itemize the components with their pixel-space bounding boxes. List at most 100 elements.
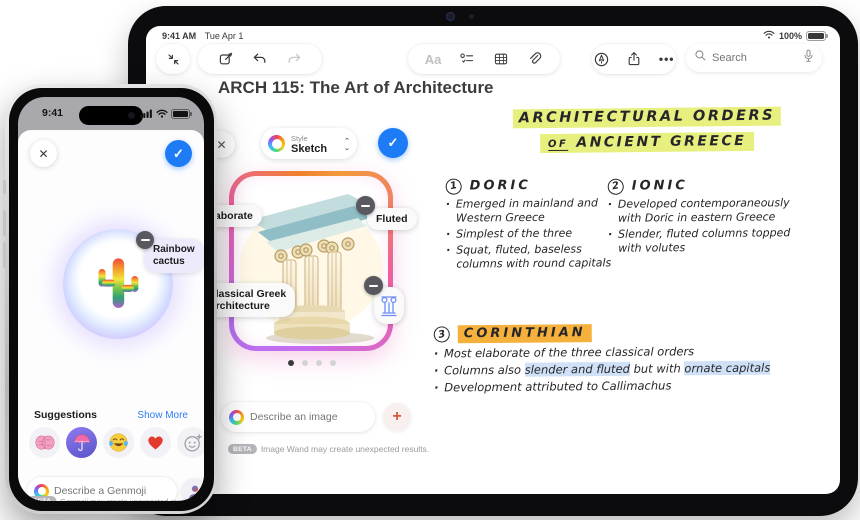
laughing-face-icon — [109, 433, 128, 452]
show-more-link[interactable]: Show More — [137, 410, 188, 421]
brain-icon — [35, 435, 54, 450]
collapse-icon — [163, 49, 183, 69]
ipad-status-left: 9:41 AM Tue Apr 1 — [162, 31, 243, 41]
suggestions-label: Suggestions — [34, 409, 98, 421]
check-icon: ✓ — [173, 145, 184, 161]
ionic-bullet: Developed contemporaneously with Doric i… — [608, 196, 798, 226]
heart-emoji-suggestion[interactable] — [140, 427, 171, 458]
describe-image-field[interactable] — [221, 402, 385, 432]
style-selector[interactable]: Style Sketch ⌃ ⌃ — [261, 128, 357, 159]
undo-button[interactable] — [250, 49, 270, 69]
redo-button[interactable] — [284, 49, 304, 69]
describe-image-input[interactable] — [250, 411, 385, 423]
ipad-camera — [446, 12, 474, 21]
heading-line1: ARCHITECTURAL ORDERS — [512, 106, 782, 129]
genmoji-confirm-button[interactable]: ✓ — [165, 140, 192, 167]
battery-icon — [171, 109, 192, 119]
ionic-title: 2 IONIC — [606, 177, 798, 197]
iphone-status-icons — [140, 109, 192, 119]
style-label: Style — [291, 133, 308, 143]
style-value: Sketch — [291, 142, 328, 155]
dynamic-island — [79, 106, 143, 125]
battery-icon — [806, 30, 828, 41]
chevron-up-down-icon: ⌃ ⌃ — [344, 137, 350, 150]
iphone-status-bar: 9:41 — [18, 106, 204, 125]
image-wand-confirm-button[interactable]: ✓ — [378, 128, 408, 158]
umbrella-emoji-suggestion[interactable] — [66, 427, 97, 458]
page-dots[interactable] — [288, 360, 336, 366]
genmoji-disclaimer: BETA Genmoji may create unexpected resul… — [27, 496, 195, 501]
ipad-status-right: 100% — [763, 30, 828, 41]
section-doric: 1 DORIC Emerged in mainland and Western … — [444, 177, 612, 273]
create-emoji-suggestion[interactable] — [177, 427, 204, 458]
brain-emoji-suggestion[interactable] — [29, 427, 60, 458]
close-icon: ✕ — [216, 137, 227, 152]
text-format-button[interactable]: Aa — [423, 49, 443, 69]
rainbow-cactus-genmoji — [98, 258, 139, 308]
stage: 9:41 AM Tue Apr 1 100% Aa ••• Search ARC… — [0, 0, 860, 520]
markup-icon[interactable] — [592, 49, 611, 69]
search-icon — [694, 49, 707, 67]
add-emoji-icon — [184, 433, 202, 451]
doric-bullet: Emerged in mainland and Western Greece — [446, 196, 611, 225]
compose-button[interactable] — [216, 49, 236, 69]
column-sketch-icon — [381, 296, 397, 317]
remove-thumbnail-button[interactable] — [364, 276, 383, 295]
actions-toolbar: ••• — [592, 44, 676, 74]
doric-bullet: Squat, fluted, baseless columns with rou… — [446, 242, 611, 271]
iphone-screen: 9:41 ✕ ✓ Rainbow cactus Suggestions Show… — [18, 97, 204, 501]
add-image-button[interactable]: + — [383, 403, 411, 431]
attachment-button[interactable] — [525, 49, 545, 69]
beta-badge: BETA — [228, 444, 257, 454]
ipad-date: Tue Apr 1 — [204, 31, 244, 41]
suggestions-header: Suggestions Show More — [34, 409, 188, 421]
corinthian-title: 3 CORINTHIAN — [432, 322, 779, 344]
mute-switch — [3, 180, 6, 194]
checklist-button[interactable] — [457, 49, 477, 69]
genmoji-close-button[interactable]: ✕ — [30, 140, 57, 167]
corinthian-bullet: Most elaborate of the three classical or… — [434, 343, 779, 361]
doric-bullet: Simplest of the three — [446, 226, 611, 241]
volume-down-button — [3, 242, 6, 268]
format-toolbar: Aa — [408, 44, 560, 74]
heading-line2: OF ANCIENT GREECE — [539, 131, 755, 154]
search-bar[interactable] — [686, 44, 822, 72]
cellular-icon — [140, 109, 152, 119]
doric-title: 1 DORIC — [444, 177, 611, 196]
volume-up-button — [3, 210, 6, 236]
mic-icon[interactable] — [803, 49, 814, 68]
section-ionic: 2 IONIC Developed contemporaneously with… — [606, 177, 799, 258]
section-corinthian: 3 CORINTHIAN Most elaborate of the three… — [432, 322, 780, 397]
close-icon: ✕ — [38, 146, 49, 161]
ipad-time: 9:41 AM — [162, 31, 197, 41]
beta-badge: BETA — [27, 496, 57, 501]
plus-icon: + — [392, 408, 402, 425]
tag-fluted[interactable]: Fluted — [367, 208, 417, 230]
more-button[interactable]: ••• — [657, 49, 676, 69]
wifi-icon — [156, 109, 168, 118]
remove-fluted-button[interactable] — [356, 196, 375, 215]
emoji-suggestions-row — [29, 427, 204, 458]
remove-genmoji-tag-button[interactable] — [136, 231, 154, 249]
wifi-icon — [763, 30, 775, 41]
share-icon[interactable] — [625, 49, 644, 69]
search-input[interactable] — [712, 52, 798, 64]
collapse-button[interactable] — [156, 44, 190, 74]
table-button[interactable] — [491, 49, 511, 69]
image-wand-disclaimer: BETA Image Wand may create unexpected re… — [228, 444, 429, 454]
iphone-device: 9:41 ✕ ✓ Rainbow cactus Suggestions Show… — [3, 84, 217, 514]
umbrella-icon — [73, 433, 90, 451]
genmoji-sheet: ✕ ✓ Rainbow cactus Suggestions Show More… — [18, 130, 204, 501]
notes-heading: ARCHITECTURAL ORDERS OF ANCIENT GREECE — [452, 104, 840, 154]
check-icon: ✓ — [387, 135, 399, 150]
edit-toolbar — [198, 44, 322, 74]
laughing-emoji-suggestion[interactable] — [103, 427, 134, 458]
iphone-time: 9:41 — [42, 107, 64, 119]
apple-intelligence-icon — [268, 135, 285, 152]
ionic-bullet: Slender, fluted columns topped with volu… — [608, 226, 798, 256]
corinthian-bullet: Development attributed to Callimachus — [434, 377, 779, 395]
battery-percent: 100% — [778, 30, 802, 41]
corinthian-bullet: Columns also slender and fluted but with… — [434, 360, 779, 378]
heart-icon — [148, 436, 163, 450]
note-title: ARCH 115: The Art of Architecture — [218, 78, 494, 97]
